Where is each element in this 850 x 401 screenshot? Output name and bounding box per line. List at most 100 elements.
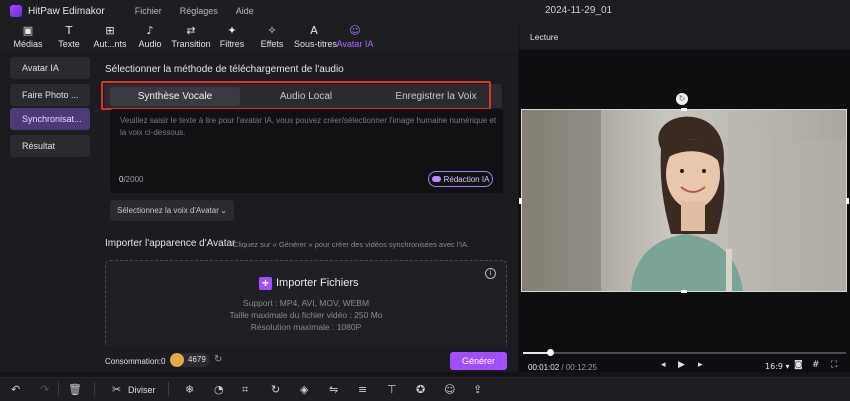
preview-title: Lecture [530,32,559,42]
credits-value: 4679 [183,353,210,367]
coin-icon [170,353,184,367]
crop-icon[interactable]: ⌗ [242,383,248,396]
time-total: / 00:12:25 [561,363,597,372]
text-box-icon[interactable]: ⊤ [387,383,397,396]
menu-reglages[interactable]: Réglages [180,6,218,16]
tool-transition[interactable]: ⇄ Transition [171,24,211,49]
tool-label: Aut...nts [93,39,127,49]
face-icon[interactable]: ☺ [444,383,455,396]
menu-fichier[interactable]: Fichier [135,6,162,16]
ai-tool-icon[interactable]: ✪ [416,383,425,396]
sidebar-item-synchronisation[interactable]: Synchronisat... [10,108,90,130]
highlight-box [101,81,491,110]
document-title: 2024-11-29_01 [545,5,613,16]
undo-icon[interactable]: ↶ [11,383,20,396]
mask-icon[interactable]: ◈ [300,383,308,396]
playback-progress-fill [523,352,550,354]
speed-icon[interactable]: ◔ [214,383,224,396]
tool-filtres[interactable]: ✦ Filtres [212,24,252,49]
tool-label: Avatar IA [336,39,374,49]
rotate-clip-icon[interactable]: ↻ [271,383,280,396]
tool-texte[interactable]: T Texte [49,24,89,49]
refresh-icon[interactable]: ↻ [214,354,222,365]
fullscreen-icon[interactable]: ⛶ [831,360,837,370]
delete-icon[interactable]: 🗑 [68,383,82,396]
tool-label: Médias [13,39,43,49]
resize-handle-right[interactable] [846,198,849,204]
import-files-button[interactable]: + Importer Fichiers [259,276,359,290]
max-file-size: Taille maximale du fichier vidéo : 250 M… [229,310,383,320]
resize-handle-top[interactable] [681,108,687,111]
tts-placeholder: Veuillez saisir le texte à lire pour l'a… [120,116,497,137]
redaction-label: Rédaction IA [443,174,490,184]
text-icon: T [65,24,73,37]
menu-aide[interactable]: Aide [236,6,254,16]
export-clip-icon[interactable]: ⇪ [473,383,482,396]
resize-handle-left[interactable] [519,198,522,204]
redo-icon[interactable]: ↷ [40,383,49,396]
tool-label: Audio [138,39,162,49]
autocomponents-icon: ⊞ [105,24,115,37]
info-icon[interactable]: i [485,268,496,279]
step-back-icon[interactable]: ◂ [661,360,666,370]
subtitles-icon: A [310,24,318,37]
import-files-label: Importer Fichiers [276,277,359,289]
toolbar-divider [168,382,169,396]
rotate-icon[interactable]: ↻ [676,93,688,105]
playhead-knob[interactable] [546,349,554,356]
import-heading: Importer l'apparence d'Avatar [105,238,236,249]
aspect-ratio-select[interactable]: 16:9 ▾ [765,362,790,371]
grid-icon[interactable]: # [812,360,820,370]
tool-label: Texte [58,39,80,49]
transition-icon: ⇄ [186,24,196,37]
screenshot-icon[interactable]: ◙ [794,360,803,370]
time-readout: 00:01:02 / 00:12:25 [528,363,597,372]
tool-label: Filtres [219,39,245,49]
selection-frame[interactable] [521,109,847,292]
play-icon[interactable]: ▶ [678,360,685,370]
adjust-icon[interactable]: ≡ [358,383,367,396]
diviser-button[interactable]: Diviser [128,385,156,395]
aspect-ratio-label: 16:9 [765,362,783,371]
voice-select-label: Sélectionnez la voix d'Avatar [117,206,219,215]
main-toolbar: ▣ Médias T Texte ⊞ Aut...nts ♪ Audio ⇄ Transi… [0,22,518,52]
ai-pen-icon [431,176,441,182]
audio-note-icon: ♪ [146,24,154,37]
mirror-icon[interactable]: ⇋ [329,383,338,396]
consumption-label: Consommation:0 [105,357,166,366]
plus-icon: + [259,276,272,290]
sidebar-item-faire-photo[interactable]: Faire Photo ... [10,84,90,106]
redaction-ia-button[interactable]: Rédaction IA [428,171,493,187]
freeze-icon[interactable]: ❄ [185,383,194,396]
media-icon: ▣ [22,24,34,37]
avatar-ai-icon: ☺ [349,24,361,37]
max-resolution: Résolution maximale : 1080P [250,322,362,332]
tool-label: Sous-titres [294,39,338,49]
split-icon[interactable]: ✂ [112,383,121,396]
toolbar-divider [94,382,95,396]
sidebar-item-avatar-ia[interactable]: Avatar IA [10,57,90,79]
tool-audio[interactable]: ♪ Audio [130,24,170,49]
title-bar: HitPaw Edimakor Fichier Réglages Aide 20… [0,0,850,22]
tool-effets[interactable]: ✧ Effets [252,24,292,49]
resize-handle-bottom[interactable] [681,290,687,293]
tool-label: Transition [171,39,211,49]
chevron-down-icon: ⌄ [220,206,227,215]
tool-sous-titres[interactable]: A Sous-titres [294,24,338,49]
char-count-limit: /2000 [123,175,144,184]
app-logo-icon [10,5,22,17]
step-forward-icon[interactable]: ▸ [698,360,703,370]
generate-button[interactable]: Générer [450,352,507,370]
time-current: 00:01:02 [528,363,560,372]
filters-icon: ✦ [227,24,237,37]
toolbar-divider [58,382,59,396]
tool-label: Effets [260,39,284,49]
app-name: HitPaw Edimakor [28,5,105,17]
playback-progress-track[interactable] [523,352,846,354]
tool-medias[interactable]: ▣ Médias [8,24,48,49]
effects-icon: ✧ [267,24,277,37]
tool-avatar-ia[interactable]: ☺ Avatar IA [334,24,376,49]
voice-select-dropdown[interactable]: Sélectionnez la voix d'Avatar ⌄ [110,200,234,221]
tool-autocomponents[interactable]: ⊞ Aut...nts [90,24,130,49]
sidebar-item-resultat[interactable]: Résultat [10,135,90,157]
